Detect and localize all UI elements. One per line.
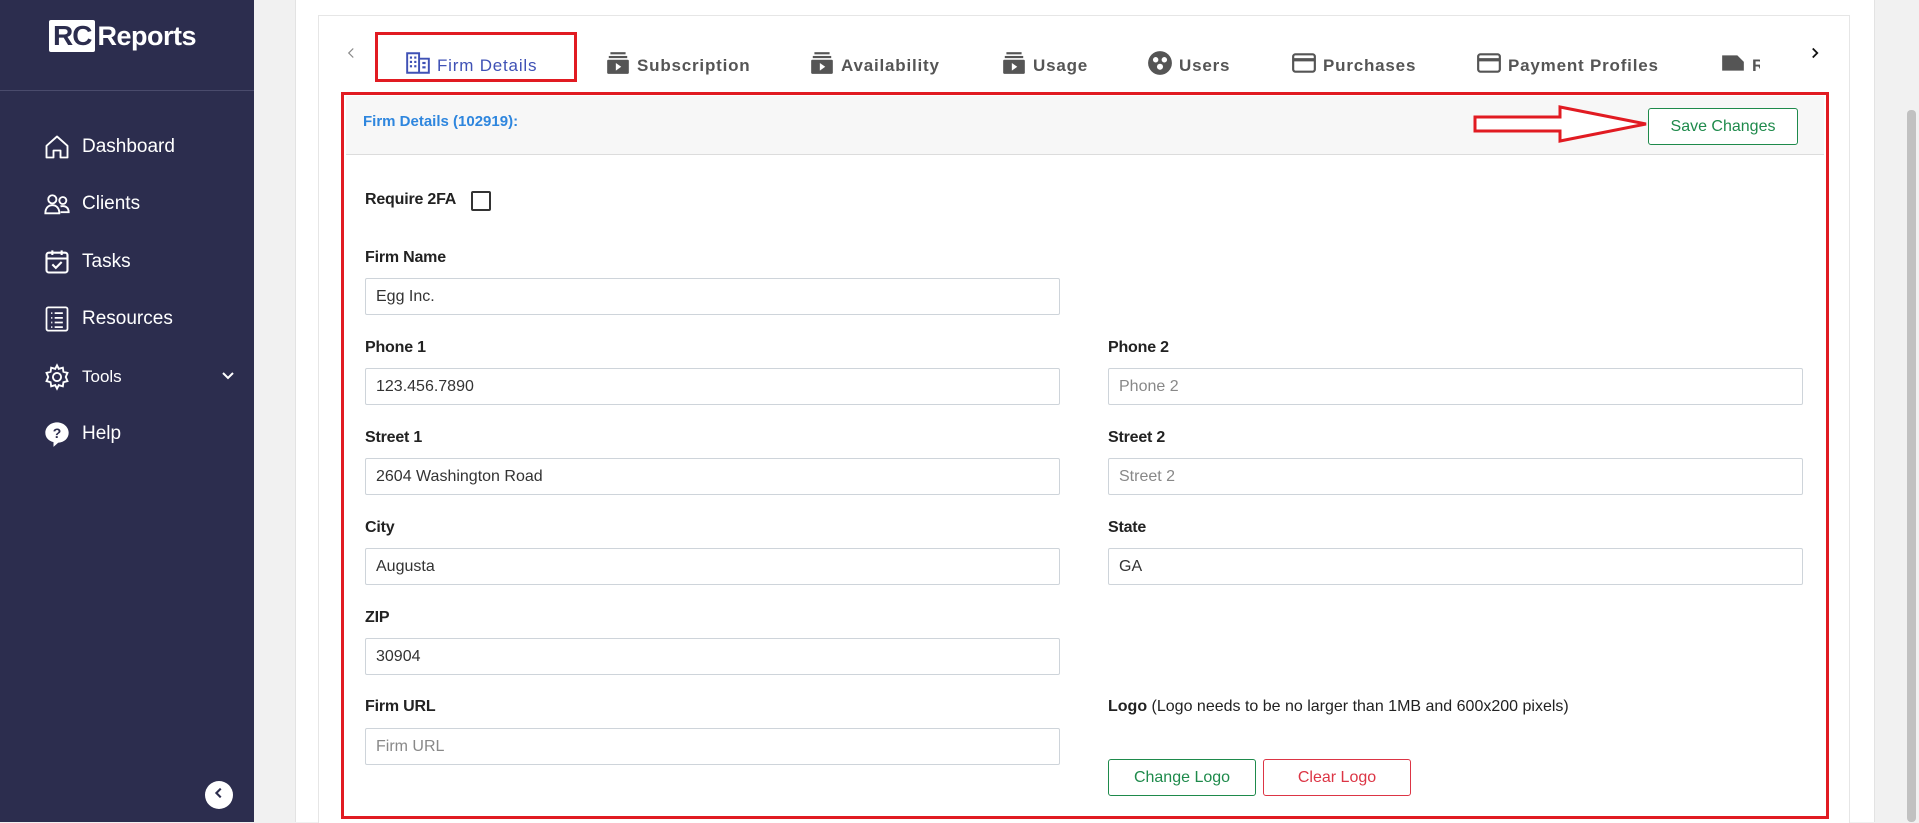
- tab-usage[interactable]: Usage: [1001, 40, 1088, 80]
- require-2fa-label: Require 2FA: [365, 191, 457, 208]
- annotation-highlight-tab: [375, 32, 577, 82]
- street2-label: Street 2: [1108, 429, 1166, 446]
- credit-card-icon: [1476, 50, 1502, 76]
- phone1-label: Phone 1: [365, 339, 426, 356]
- zip-input[interactable]: [365, 638, 1060, 675]
- tab-label: Purchases: [1323, 56, 1417, 75]
- phone1-input[interactable]: [365, 368, 1060, 405]
- video-stack-icon: [1001, 50, 1027, 76]
- chevron-down-icon[interactable]: [220, 368, 236, 384]
- sidebar-nav: Dashboard Clients Tasks Resources Tools: [0, 118, 254, 463]
- label-icon: [1720, 50, 1746, 76]
- sidebar-item-clients[interactable]: Clients: [0, 176, 254, 234]
- tab-users[interactable]: Users: [1147, 40, 1230, 80]
- tab-purchases[interactable]: Purchases: [1291, 40, 1416, 80]
- sidebar-divider: [0, 90, 254, 91]
- require-2fa-checkbox[interactable]: [471, 191, 491, 211]
- tabs-scroll-left-button[interactable]: [342, 44, 360, 66]
- tab-label: Usage: [1033, 56, 1089, 75]
- logo-requirements: Logo (Logo needs to be no larger than 1M…: [1108, 698, 1569, 716]
- phone2-label: Phone 2: [1108, 339, 1169, 356]
- firm-url-input[interactable]: [365, 728, 1060, 765]
- help-bubble-icon: ?: [42, 419, 72, 449]
- sidebar-item-label: Tasks: [82, 250, 131, 272]
- panel-title: Firm Details (102919):: [363, 113, 519, 130]
- gear-icon: [42, 362, 72, 392]
- tabs-scroll-right-button[interactable]: [1806, 44, 1824, 66]
- video-stack-icon: [809, 50, 835, 76]
- sidebar-item-tools[interactable]: Tools: [0, 348, 254, 406]
- sidebar-item-label: Tools: [82, 366, 122, 386]
- credit-card-icon: [1291, 50, 1317, 76]
- sidebar-item-dashboard[interactable]: Dashboard: [0, 118, 254, 176]
- city-input[interactable]: [365, 548, 1060, 585]
- home-icon: [42, 132, 72, 162]
- tab-subscription[interactable]: Subscription: [605, 40, 751, 80]
- users-icon: [42, 189, 72, 219]
- chevron-left-icon: [212, 786, 226, 805]
- chevron-left-icon: [345, 45, 357, 66]
- list-icon: [42, 304, 72, 334]
- change-logo-button[interactable]: Change Logo: [1108, 759, 1256, 796]
- annotation-highlight-panel: [341, 92, 1829, 819]
- brand-logo[interactable]: RC Reports: [49, 19, 196, 53]
- page-scrollbar-thumb[interactable]: [1907, 110, 1916, 822]
- logo-badge: RC: [49, 20, 96, 52]
- save-changes-button[interactable]: Save Changes: [1648, 108, 1798, 145]
- tab-label: Subscription: [637, 56, 751, 75]
- state-input[interactable]: [1108, 548, 1803, 585]
- logo-note: (Logo needs to be no larger than 1MB and…: [1151, 698, 1569, 715]
- tabs-overflow-mask: [1760, 38, 1800, 80]
- video-stack-icon: [605, 50, 631, 76]
- clear-logo-button[interactable]: Clear Logo: [1263, 759, 1411, 796]
- team-icon: [1147, 50, 1173, 76]
- sidebar-item-help[interactable]: ? Help: [0, 406, 254, 464]
- svg-text:?: ?: [53, 425, 62, 441]
- sidebar-item-label: Clients: [82, 193, 141, 215]
- tab-label: Payment Profiles: [1508, 56, 1659, 75]
- logo-text: Reports: [97, 20, 196, 51]
- sidebar-item-tasks[interactable]: Tasks: [0, 233, 254, 291]
- annotation-arrow: [1473, 105, 1647, 143]
- firm-name-label: Firm Name: [365, 249, 446, 266]
- sidebar-item-resources[interactable]: Resources: [0, 291, 254, 349]
- state-label: State: [1108, 519, 1147, 536]
- sidebar: RC Reports Dashboard Clients Tasks Resou…: [0, 0, 254, 822]
- zip-label: ZIP: [365, 609, 390, 626]
- street1-input[interactable]: [365, 458, 1060, 495]
- tab-label: Availability: [841, 56, 940, 75]
- sidebar-item-label: Help: [82, 423, 122, 445]
- city-label: City: [365, 519, 395, 536]
- tab-payment-profiles[interactable]: Payment Profiles: [1476, 40, 1659, 80]
- calendar-check-icon: [42, 247, 72, 277]
- phone2-input[interactable]: [1108, 368, 1803, 405]
- logo-label: Logo: [1108, 698, 1148, 715]
- chevron-right-icon: [1809, 45, 1821, 66]
- tab-label: Users: [1179, 56, 1231, 75]
- firm-name-input[interactable]: [365, 278, 1060, 315]
- sidebar-item-label: Dashboard: [82, 135, 175, 157]
- sidebar-collapse-button[interactable]: [205, 781, 233, 809]
- street2-input[interactable]: [1108, 458, 1803, 495]
- sidebar-item-label: Resources: [82, 308, 173, 330]
- firm-url-label: Firm URL: [365, 698, 436, 715]
- tab-availability[interactable]: Availability: [809, 40, 940, 80]
- street1-label: Street 1: [365, 429, 423, 446]
